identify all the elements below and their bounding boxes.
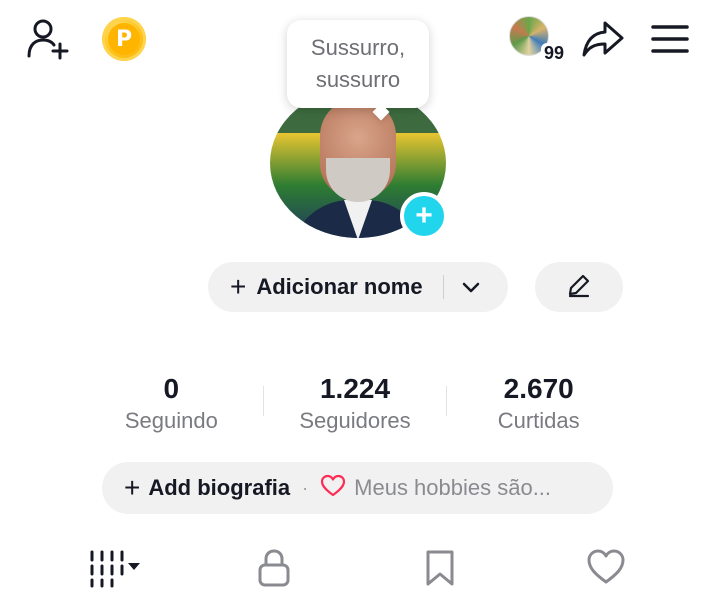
person-plus-icon[interactable] — [26, 16, 72, 62]
likes-count: 2.670 — [503, 373, 574, 404]
bookmark-icon — [424, 548, 456, 593]
edit-profile-button[interactable] — [535, 262, 623, 312]
saved-tab[interactable] — [424, 548, 456, 593]
pencil-icon — [566, 272, 592, 303]
following-stat[interactable]: 0 Seguindo — [80, 372, 263, 436]
hobbies-suggestion: Meus hobbies são... — [354, 475, 552, 500]
profile-stats: 0 Seguindo 1.224 Seguidores 2.670 Curtid… — [80, 372, 630, 436]
hamburger-menu-icon[interactable] — [651, 24, 689, 54]
add-avatar-button[interactable]: + — [400, 192, 448, 240]
heart-icon — [586, 548, 626, 591]
visitor-count-badge: 99 — [540, 43, 567, 64]
points-letter: P — [108, 23, 140, 55]
followers-count: 1.224 — [319, 373, 391, 404]
profile-avatar[interactable]: + — [270, 88, 448, 264]
heart-outline-icon — [320, 474, 346, 503]
separator-dot: · — [302, 477, 309, 498]
likes-label: Curtidas — [497, 408, 580, 433]
content-tabs — [0, 540, 709, 595]
private-tab[interactable] — [256, 548, 292, 593]
topbar-right: 99 — [509, 16, 689, 64]
lock-icon — [256, 548, 292, 593]
following-count: 0 — [163, 373, 180, 404]
followers-stat[interactable]: 1.224 Seguidores — [264, 372, 447, 436]
add-bio-label: Add biografia — [148, 475, 291, 500]
divider — [442, 275, 444, 299]
profile-page: P 99 + Sussurro, sussurro + Adicionar no… — [0, 0, 709, 595]
profile-visitors-button[interactable]: 99 — [509, 16, 567, 64]
videos-tab[interactable] — [88, 548, 144, 593]
add-bio-button[interactable]: + Add biografia · Meus hobbies são... — [102, 462, 613, 514]
likes-stat[interactable]: 2.670 Curtidas — [447, 372, 630, 436]
plus-icon: + — [124, 472, 141, 503]
add-name-label: Adicionar nome — [256, 274, 423, 299]
share-arrow-icon[interactable] — [581, 19, 625, 59]
coin-p-icon[interactable]: P — [102, 17, 146, 61]
following-label: Seguindo — [124, 408, 218, 433]
add-name-button[interactable]: + Adicionar nome — [208, 262, 508, 312]
topbar-left: P — [26, 16, 146, 62]
followers-label: Seguidores — [299, 408, 411, 433]
chevron-down-icon[interactable] — [462, 274, 480, 300]
grid-icon — [88, 548, 144, 593]
plus-icon: + — [230, 271, 247, 302]
whisper-bubble[interactable]: Sussurro, sussurro — [287, 20, 429, 108]
liked-tab[interactable] — [586, 548, 626, 591]
